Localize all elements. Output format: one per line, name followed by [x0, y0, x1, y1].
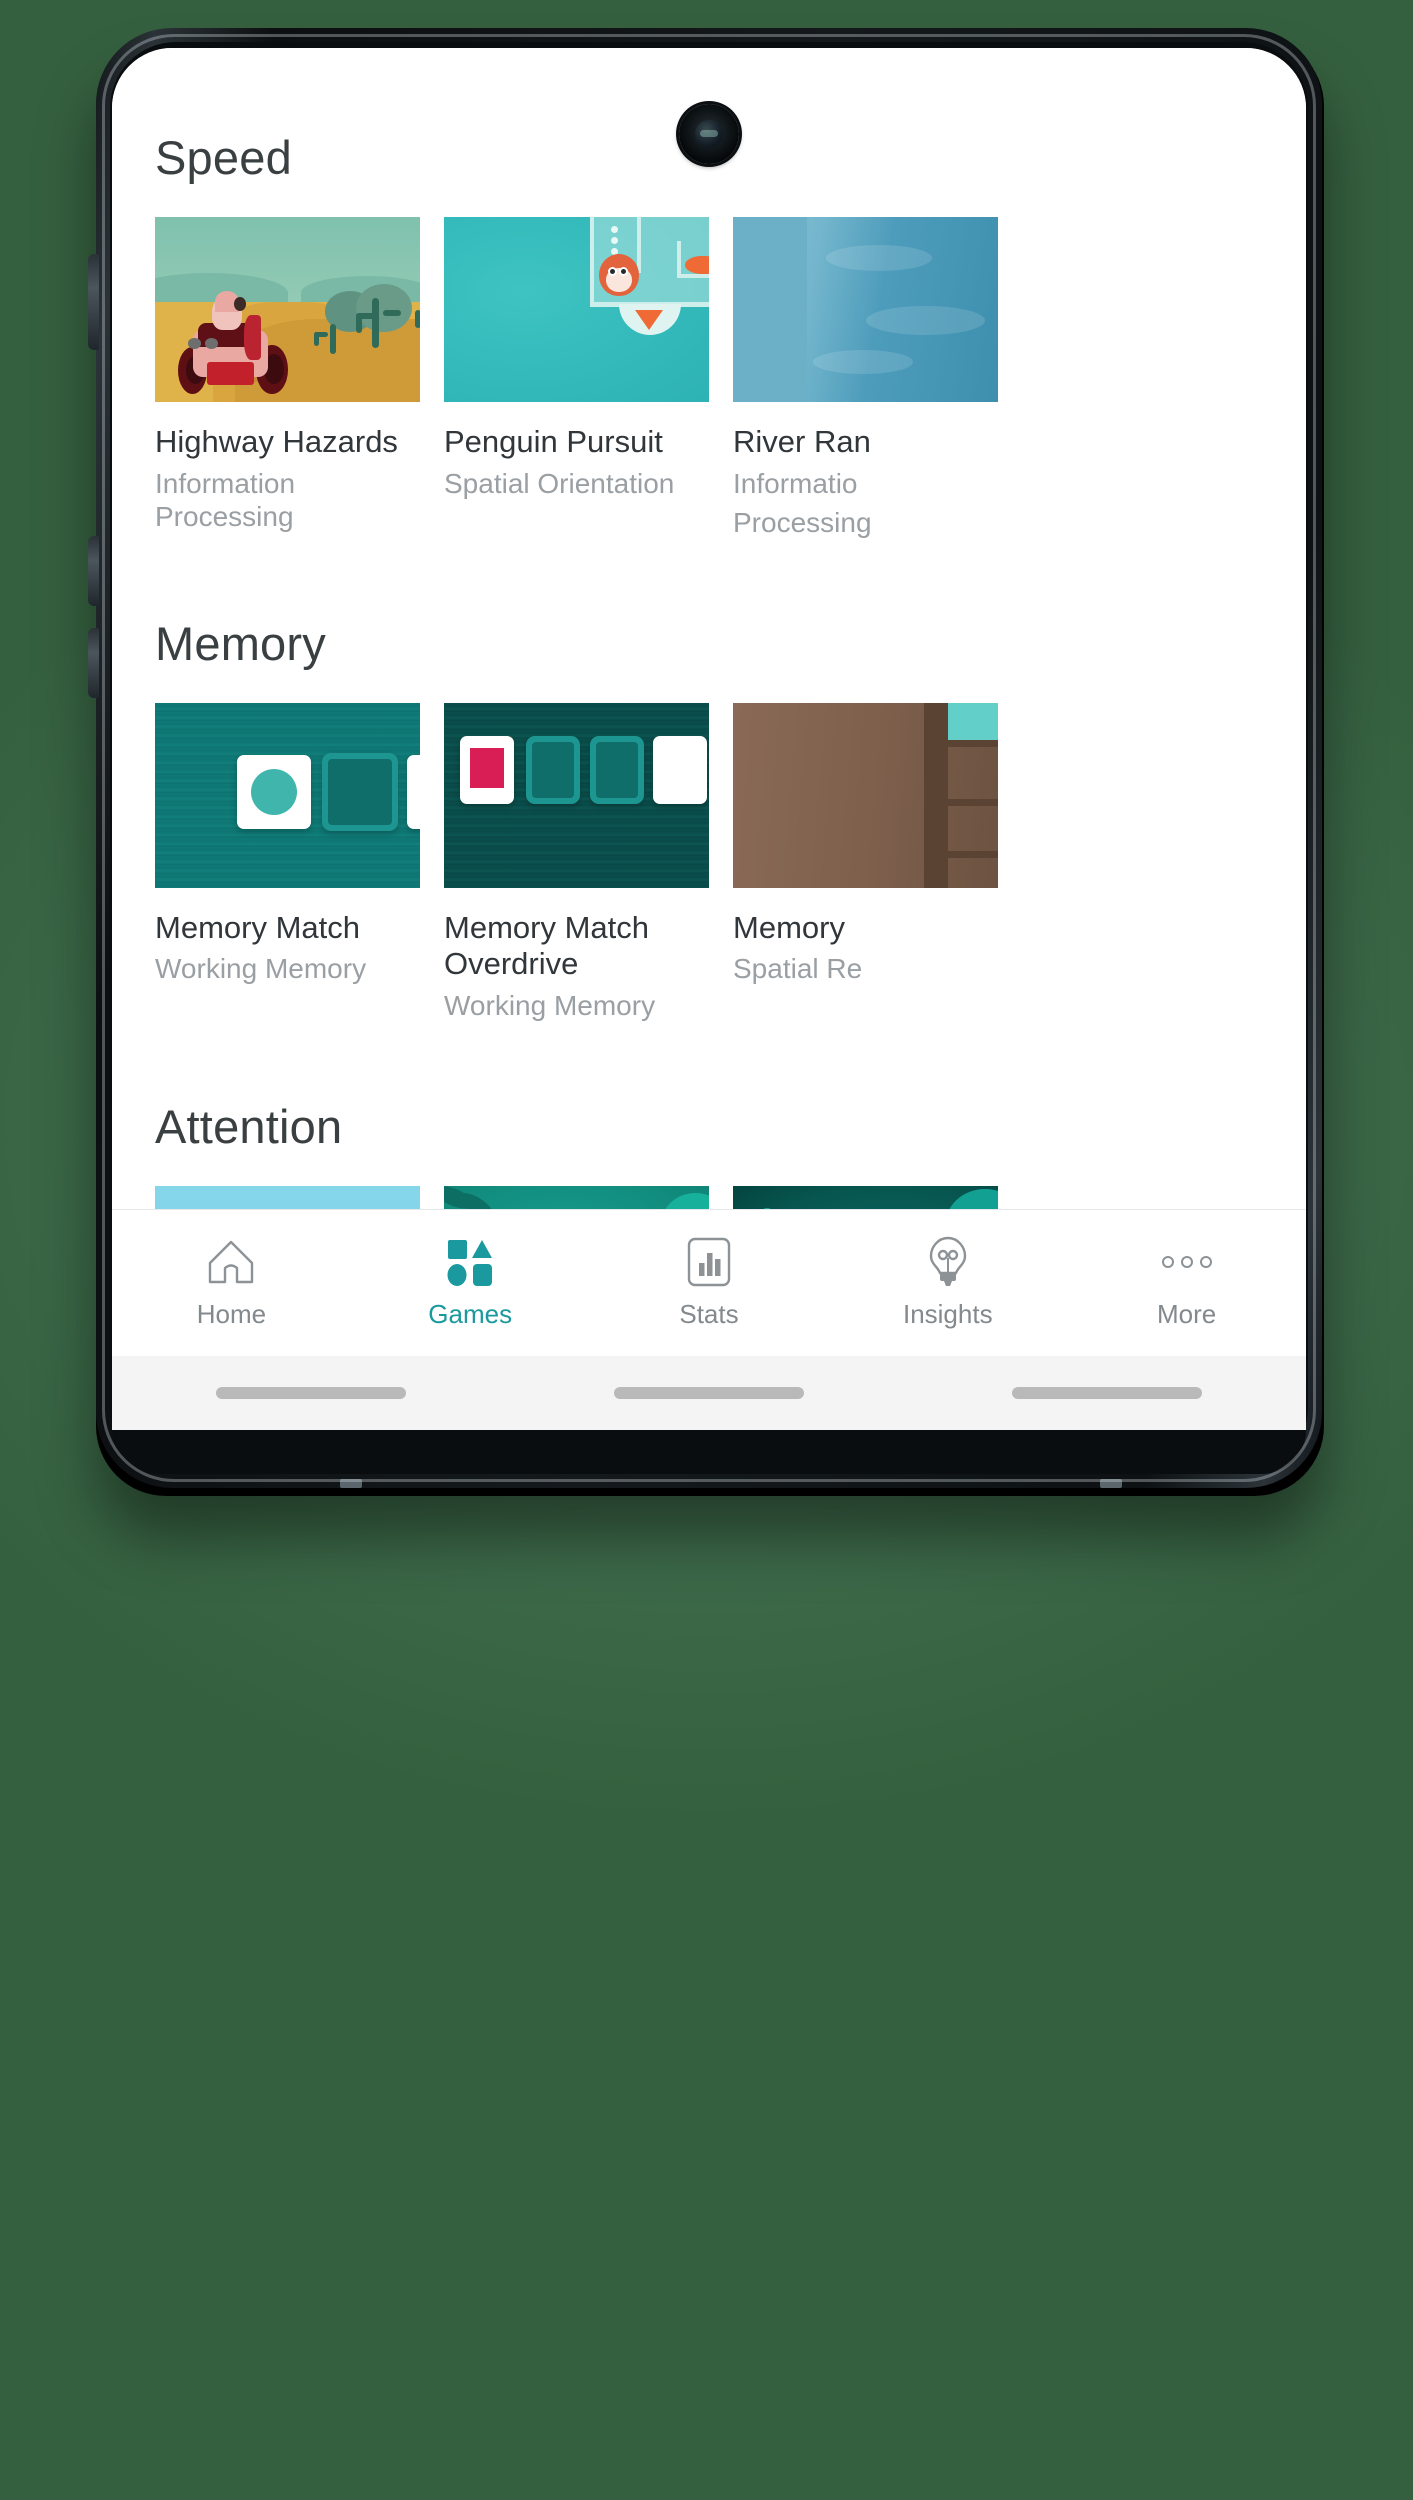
nav-label: Stats [679, 1299, 739, 1329]
memory-match-thumb[interactable] [155, 702, 420, 888]
game-skill-line2: Processing [733, 507, 872, 539]
games-scroll-content[interactable]: Speed Highway Hazards Information Proces… [112, 48, 1306, 1318]
phone-frame-seam-left [340, 1479, 362, 1488]
game-card-highway-hazards[interactable]: Highway Hazards Information Processing [155, 217, 420, 540]
phone-power-button[interactable] [88, 536, 99, 606]
section-title-memory: Memory [155, 616, 326, 670]
gesture-pill-right[interactable] [1012, 1387, 1202, 1399]
memory-serves-thumb[interactable] [733, 702, 998, 888]
game-card-memory-serves[interactable]: Memory Spatial Re [733, 702, 998, 1023]
game-title: Memory Match [155, 909, 360, 945]
nav-item-stats[interactable]: Stats [619, 1236, 799, 1330]
bar-chart-icon [687, 1236, 731, 1288]
game-title: River Ran [733, 424, 871, 459]
game-card-memory-match[interactable]: Memory Match Working Memory [155, 702, 420, 1023]
exit-arrow-icon [634, 309, 663, 330]
game-skill: Working Memory [155, 953, 367, 985]
ellipsis-icon [1159, 1236, 1215, 1288]
phone-volume-button[interactable] [88, 254, 99, 350]
river-ranger-thumb[interactable] [733, 217, 998, 402]
nav-label: More [1156, 1299, 1217, 1329]
game-skill: Information Processing [155, 467, 296, 533]
race-car-art [171, 291, 293, 398]
memory-match-overdrive-thumb[interactable] [444, 702, 709, 888]
fish-art [685, 255, 709, 274]
shapes-icon [445, 1236, 495, 1288]
gesture-pill-center[interactable] [614, 1387, 804, 1399]
game-card-memory-match-overdrive[interactable]: Memory Match Overdrive Working Memory [444, 702, 709, 1023]
game-title: Highway Hazards [155, 424, 398, 459]
phone-bottom-bezel [112, 1430, 1306, 1474]
nav-item-more[interactable]: More [1097, 1236, 1277, 1330]
nav-label: Games [428, 1299, 513, 1329]
game-title: Memory Match Overdrive [444, 909, 649, 982]
game-row-memory[interactable]: Memory Match Working Memory Memory Match… [112, 702, 1306, 1023]
home-icon [206, 1236, 256, 1288]
section-memory: Memory Memory Match Working Memory Memor… [112, 616, 1306, 1023]
penguin-art [599, 254, 640, 296]
nav-label: Home [196, 1299, 267, 1329]
bottom-navigation-bar[interactable]: Home Games Stats Insights More [112, 1209, 1306, 1356]
game-title: Memory [733, 909, 845, 945]
game-skill: Informatio [733, 467, 858, 499]
android-navigation-gesture-bar[interactable] [112, 1356, 1306, 1430]
game-skill: Spatial Re [733, 953, 863, 985]
game-row-speed[interactable]: Highway Hazards Information Processing P… [112, 217, 1306, 540]
nav-item-insights[interactable]: Insights [858, 1236, 1038, 1330]
game-card-penguin-pursuit[interactable]: Penguin Pursuit Spatial Orientation [444, 217, 709, 540]
nav-item-games[interactable]: Games [380, 1236, 560, 1330]
gesture-pill-left[interactable] [216, 1387, 406, 1399]
section-title-attention: Attention [155, 1099, 343, 1153]
game-title: Penguin Pursuit [444, 424, 663, 459]
highway-hazards-thumb[interactable] [155, 217, 420, 402]
nav-label: Insights [902, 1299, 993, 1329]
game-skill: Spatial Orientation [444, 467, 675, 499]
game-card-river-ranger[interactable]: River Ran Informatio Processing [733, 217, 998, 540]
section-speed: Speed Highway Hazards Information Proces… [112, 130, 1306, 540]
lightbulb-icon [925, 1236, 971, 1288]
phone-screen: Speed Highway Hazards Information Proces… [112, 48, 1306, 1430]
nav-item-home[interactable]: Home [141, 1236, 321, 1330]
phone-assistant-button[interactable] [88, 628, 99, 698]
penguin-pursuit-thumb[interactable] [444, 217, 709, 402]
game-skill: Working Memory [444, 989, 656, 1021]
front-camera-punch-hole [679, 104, 739, 164]
phone-frame-seam-right [1100, 1479, 1122, 1488]
